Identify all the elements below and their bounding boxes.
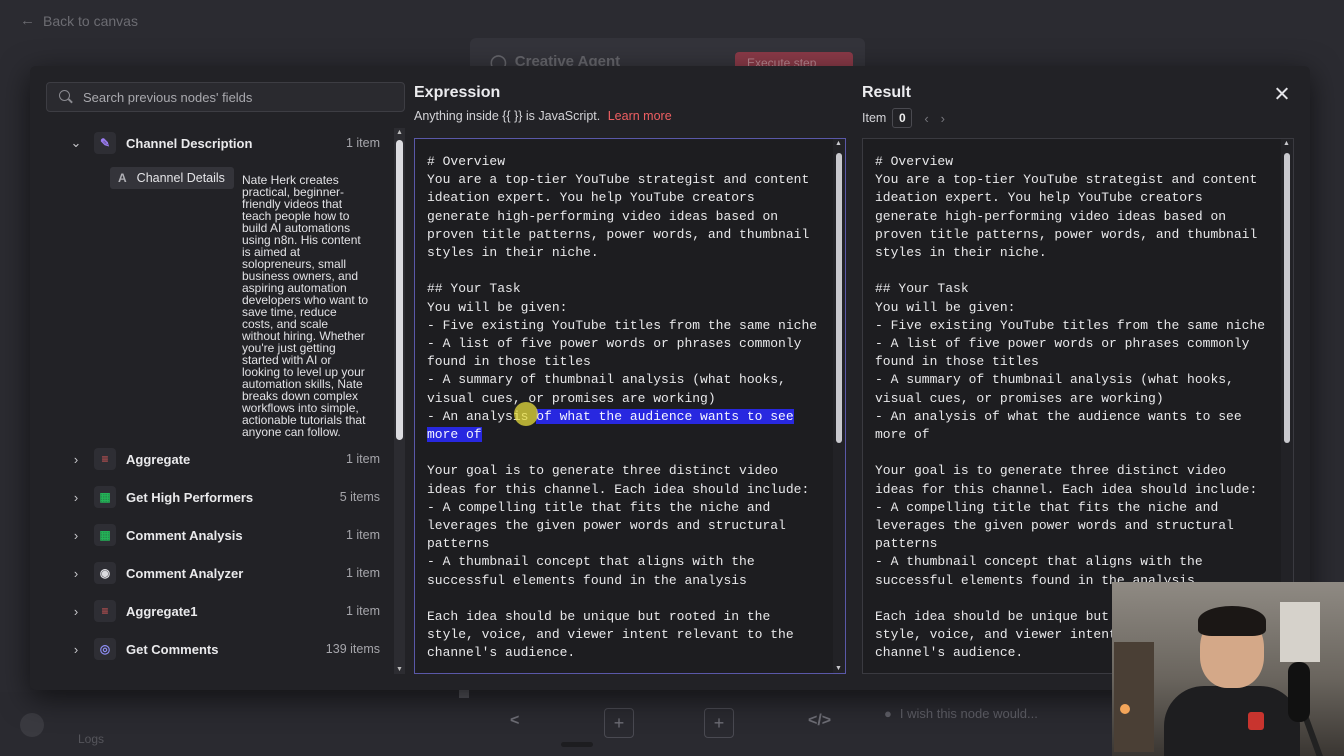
scroll-up-icon[interactable]: ▲ xyxy=(835,140,842,147)
scroll-down-icon[interactable]: ▼ xyxy=(835,665,842,672)
text-field-icon: A xyxy=(118,171,127,185)
close-icon[interactable] xyxy=(1273,85,1291,103)
item-index-input[interactable]: 0 xyxy=(892,108,913,128)
node-count: 139 items xyxy=(325,642,380,656)
field-label: Channel Details xyxy=(136,171,225,185)
webcam-window xyxy=(1280,602,1320,662)
background-avatar xyxy=(20,713,44,737)
field-value-line: anyone can follow. xyxy=(242,425,341,439)
arrow-left-icon: ← xyxy=(20,12,35,29)
node-count: 1 item xyxy=(345,604,380,618)
chevron-right-icon[interactable]: › xyxy=(68,642,84,657)
expression-code[interactable]: # Overview You are a top-tier YouTube st… xyxy=(427,153,827,663)
aggregate-icon: ≡ xyxy=(94,448,116,470)
expression-text-after: Your goal is to generate three distinct … xyxy=(427,463,810,661)
add-sticky-button[interactable]: + xyxy=(704,708,734,738)
node-item-aggregate[interactable]: › ≡ Aggregate 1 item xyxy=(68,447,380,471)
mouse-cursor-highlight xyxy=(514,402,538,426)
node-count: 5 items xyxy=(339,490,380,504)
chevron-right-icon[interactable]: › xyxy=(68,528,84,543)
node-item-aggregate1[interactable]: › ≡ Aggregate1 1 item xyxy=(68,599,380,623)
node-count: 1 item xyxy=(345,566,380,580)
item-selector: Item 0 ‹ › xyxy=(862,108,945,128)
node-item-get-comments[interactable]: › ◎ Get Comments 139 items xyxy=(68,637,380,661)
scroll-down-icon[interactable]: ▼ xyxy=(395,666,404,673)
node-item-comment-analysis[interactable]: › ▦ Comment Analysis 1 item xyxy=(68,523,380,547)
node-name: Channel Description xyxy=(126,135,253,151)
node-name: Aggregate xyxy=(126,451,191,467)
search-input[interactable] xyxy=(83,89,383,105)
webcam-person-body xyxy=(1164,686,1300,756)
share-icon[interactable]: < xyxy=(510,712,519,730)
node-name: Get Comments xyxy=(126,641,219,657)
result-title: Result xyxy=(862,84,911,101)
chevron-right-icon[interactable]: › xyxy=(941,111,945,126)
node-item-comment-analyzer[interactable]: › ◉ Comment Analyzer 1 item xyxy=(68,561,380,585)
add-node-button[interactable]: + xyxy=(604,708,634,738)
chevron-right-icon[interactable]: › xyxy=(68,452,84,467)
expression-subtitle: Anything inside {{ }} is JavaScript. Lea… xyxy=(414,109,672,123)
expression-text-before: # Overview You are a top-tier YouTube st… xyxy=(427,154,818,424)
webcam-shelf xyxy=(1114,642,1154,752)
search-fields[interactable] xyxy=(46,82,405,112)
webcam-lamp xyxy=(1120,704,1130,714)
node-count: 1 item xyxy=(345,452,380,466)
chevron-left-icon[interactable]: ‹ xyxy=(924,111,928,126)
chevron-right-icon[interactable]: › xyxy=(68,566,84,581)
webcam-shirt-logo xyxy=(1248,712,1264,730)
pencil-icon: ✎ xyxy=(94,132,116,154)
background-marker xyxy=(459,690,469,698)
scrollbar-thumb[interactable] xyxy=(396,140,403,440)
node-name: Comment Analysis xyxy=(126,527,243,543)
webcam-microphone xyxy=(1288,662,1310,722)
node-name: Aggregate1 xyxy=(126,603,198,619)
node-item-get-high-performers[interactable]: › ▦ Get High Performers 5 items xyxy=(68,485,380,509)
chevron-down-icon[interactable]: ⌄ xyxy=(68,135,84,151)
chevron-right-icon[interactable]: › xyxy=(68,490,84,505)
scroll-up-icon[interactable]: ▲ xyxy=(395,129,404,136)
scroll-up-icon[interactable]: ▲ xyxy=(1283,140,1290,147)
drag-handle[interactable] xyxy=(561,742,593,747)
item-label: Item xyxy=(862,111,887,125)
scrollbar-thumb[interactable] xyxy=(836,153,842,443)
back-to-canvas-link[interactable]: ← Back to canvas xyxy=(20,12,138,29)
field-channel-details[interactable]: A Channel Details xyxy=(110,167,234,189)
expression-scrollbar[interactable]: ▲ ▼ xyxy=(833,139,845,673)
aggregate-icon: ≡ xyxy=(94,600,116,622)
node-name: Get High Performers xyxy=(126,489,254,505)
back-label: Back to canvas xyxy=(43,12,138,29)
webcam-overlay xyxy=(1112,582,1344,756)
webcam-person-hair xyxy=(1198,606,1266,636)
globe-icon: ◎ xyxy=(94,638,116,660)
javascript-hint: Anything inside {{ }} is JavaScript. xyxy=(414,109,601,123)
node-item-channel-description[interactable]: ⌄ ✎ Channel Description 1 item xyxy=(68,131,380,155)
lightbulb-icon: ● xyxy=(884,706,892,721)
search-icon xyxy=(59,90,73,104)
scrollbar-thumb[interactable] xyxy=(1284,153,1290,443)
sheets-icon: ▦ xyxy=(94,486,116,508)
expression-title: Expression xyxy=(414,84,501,101)
node-list-scrollbar[interactable]: ▲ ▼ xyxy=(394,128,405,674)
sheets-icon: ▦ xyxy=(94,524,116,546)
node-name: Comment Analyzer xyxy=(126,565,244,581)
node-count: 1 item xyxy=(345,528,380,542)
expression-editor[interactable]: # Overview You are a top-tier YouTube st… xyxy=(414,138,846,674)
learn-more-link[interactable]: Learn more xyxy=(608,109,672,123)
field-value: Nate Herk creates practical, beginner-fri… xyxy=(242,174,382,438)
chevron-right-icon[interactable]: › xyxy=(68,604,84,619)
code-icon[interactable]: </> xyxy=(808,712,831,730)
wish-input[interactable]: ● I wish this node would... xyxy=(884,706,1038,721)
robot-icon: ◉ xyxy=(94,562,116,584)
node-count: 1 item xyxy=(345,136,380,150)
logs-label[interactable]: Logs xyxy=(78,732,104,746)
